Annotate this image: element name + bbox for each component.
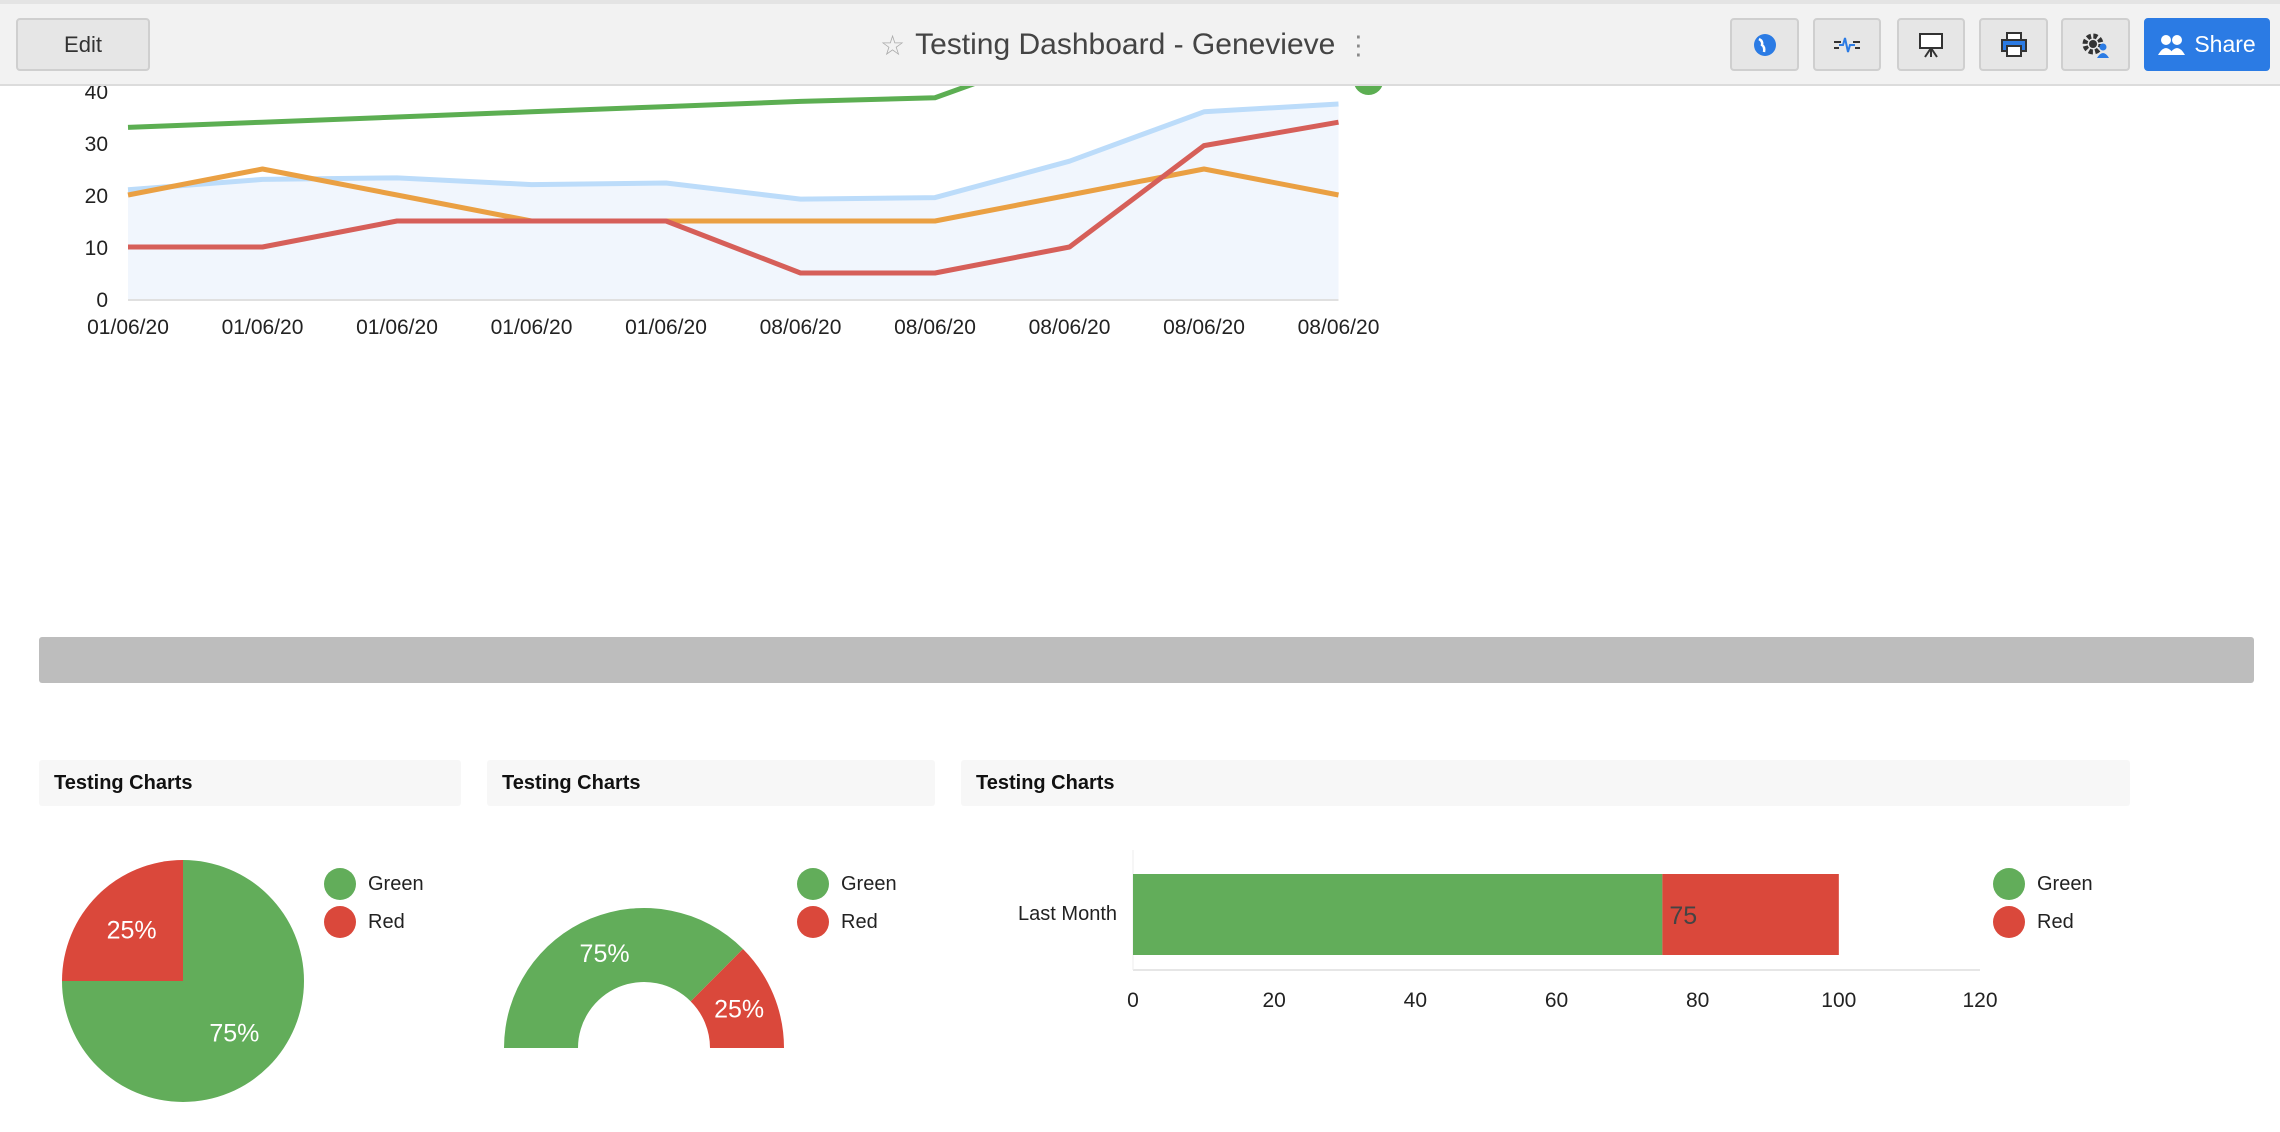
y-tick-label: 30: [85, 133, 108, 156]
x-tick-label: 01/06/20: [356, 316, 438, 339]
stacked-bar-chart: 75 Last Month 0 20 40 60 80 100 120: [1018, 850, 1998, 1012]
y-tick-label: 10: [85, 237, 108, 260]
page-title: Testing Dashboard - Genevieve: [915, 28, 1336, 61]
legend-label: Red: [368, 910, 405, 933]
category-label: Last Month: [1018, 903, 1117, 925]
legend-swatch: [1993, 868, 2025, 900]
x-tick-label: 01/06/20: [491, 316, 573, 339]
legend-item-green: Green: [1993, 868, 2093, 900]
share-label: Share: [2194, 31, 2256, 57]
x-tick-label: 08/06/20: [1298, 316, 1380, 339]
share-button[interactable]: Share: [2144, 18, 2270, 71]
activity-icon: [1834, 37, 1860, 52]
x-tick-label: 01/06/20: [222, 316, 304, 339]
panel-title: Testing Charts: [487, 760, 935, 806]
x-tick-label: 40: [1404, 989, 1427, 1012]
legend-label: Green: [368, 872, 424, 895]
segment-label: 25%: [714, 996, 764, 1024]
legend-label: Green: [841, 872, 897, 895]
x-tick-label: 01/06/20: [625, 316, 707, 339]
series-area: [128, 104, 1339, 299]
legend-item-red: Red: [1993, 906, 2074, 938]
x-tick-label: 120: [1962, 989, 1997, 1012]
x-tick-label: 08/06/20: [760, 316, 842, 339]
kebab-menu-icon[interactable]: ⋮: [1345, 30, 1371, 61]
legend-label: Green: [2037, 872, 2093, 895]
x-tick-label: 08/06/20: [1163, 316, 1245, 339]
x-tick-label: 60: [1545, 989, 1568, 1012]
x-tick-label: 0: [1127, 989, 1139, 1012]
slice-label: 25%: [107, 917, 157, 945]
pie-chart: 75% 25%: [62, 860, 304, 1102]
x-tick-label: 08/06/20: [894, 316, 976, 339]
star-icon[interactable]: ☆: [880, 29, 905, 62]
settings-button[interactable]: [2061, 18, 2130, 71]
legend-item-green: Green: [324, 868, 424, 900]
x-tick-label: 100: [1821, 989, 1856, 1012]
x-tick-label: 80: [1686, 989, 1709, 1012]
dashboard-header: Edit ☆ Testing Dashboard - Genevieve ⋮ S…: [0, 0, 2280, 86]
share-users-icon: [2158, 34, 2186, 55]
half-donut-chart: 75% 25%: [504, 908, 784, 1048]
y-tick-label: 20: [85, 185, 108, 208]
legend-swatch: [797, 868, 829, 900]
legend-swatch: [324, 868, 356, 900]
x-tick-label: 20: [1262, 989, 1285, 1012]
edit-button[interactable]: Edit: [16, 18, 150, 71]
legend-item-red: Red: [797, 906, 878, 938]
x-tick-label: 08/06/20: [1029, 316, 1111, 339]
x-tick-label: 01/06/20: [87, 316, 169, 339]
legend-swatch: [324, 906, 356, 938]
legend-label: Red: [841, 910, 878, 933]
slice-label: 75%: [209, 1019, 259, 1047]
panel-title: Testing Charts: [961, 760, 2130, 806]
bar-segment: [1133, 874, 1663, 955]
bar-data-label: 75: [1669, 902, 1697, 930]
settings-user-icon: [2082, 33, 2109, 58]
print-icon: [2000, 31, 2027, 57]
activity-button[interactable]: [1813, 18, 1881, 71]
print-button[interactable]: [1979, 18, 2048, 71]
presentation-icon: [1919, 32, 1943, 58]
legend-swatch: [797, 906, 829, 938]
presentation-button[interactable]: [1897, 18, 1965, 71]
dashboard-title-area: ☆ Testing Dashboard - Genevieve ⋮: [880, 4, 1371, 86]
legend-item-green: Green: [797, 868, 897, 900]
segment-label: 75%: [580, 940, 630, 968]
globe-button[interactable]: [1730, 18, 1799, 71]
legend-swatch: [1993, 906, 2025, 938]
globe-icon: [1753, 33, 1776, 56]
legend-item-red: Red: [324, 906, 405, 938]
y-tick-label: 0: [96, 289, 108, 312]
section-divider: [39, 637, 2254, 683]
legend-label: Red: [2037, 910, 2074, 933]
panel-title: Testing Charts: [39, 760, 461, 806]
